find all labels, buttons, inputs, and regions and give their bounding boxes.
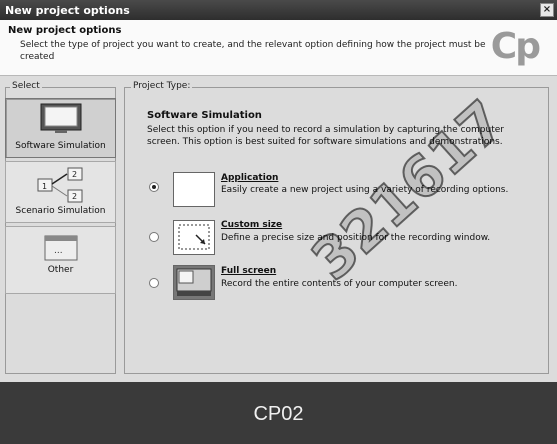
- window-title: New project options: [5, 3, 130, 17]
- option-other[interactable]: ... Other: [5, 226, 116, 294]
- svg-text:2: 2: [72, 170, 77, 179]
- svg-text:...: ...: [54, 246, 63, 256]
- captivate-logo: Cp: [490, 26, 541, 67]
- branch-steps-icon: 1 2 2: [36, 166, 86, 204]
- select-group: Select Software Simulation 1 2 2 Scenari…: [5, 81, 116, 374]
- option-application-title[interactable]: Application: [221, 173, 278, 183]
- option-application-desc: Easily create a new project using a vari…: [221, 185, 509, 195]
- monitor-icon: [39, 103, 83, 135]
- option-software-simulation-label: Software Simulation: [15, 141, 106, 151]
- option-other-label: Other: [47, 265, 74, 275]
- blank-window-icon: [173, 172, 215, 207]
- close-button[interactable]: ×: [540, 3, 554, 17]
- project-type-description: Select this option if you need to record…: [147, 125, 504, 147]
- radio-application[interactable]: [149, 182, 159, 192]
- option-custom-size-title[interactable]: Custom size: [221, 220, 282, 230]
- window-dots-icon: ...: [44, 235, 78, 261]
- radio-full-screen[interactable]: [149, 278, 159, 288]
- project-type-legend: Project Type:: [131, 81, 193, 91]
- fullscreen-icon: [173, 265, 215, 300]
- header-title: New project options: [8, 25, 122, 36]
- project-type-group: Project Type: Software Simulation Select…: [124, 81, 549, 374]
- option-scenario-simulation[interactable]: 1 2 2 Scenario Simulation: [5, 161, 116, 223]
- radio-custom-size[interactable]: [149, 232, 159, 242]
- option-custom-size-desc: Define a precise size and position for t…: [221, 233, 491, 243]
- option-full-screen-title[interactable]: Full screen: [221, 266, 276, 276]
- svg-text:1: 1: [42, 182, 47, 191]
- header-band: New project options Select the type of p…: [0, 20, 557, 76]
- caption-band: CP02: [0, 382, 557, 444]
- option-full-screen-desc: Record the entire contents of your compu…: [221, 279, 458, 289]
- caption-text: CP02: [253, 403, 304, 425]
- window-titlebar: New project options ×: [0, 0, 557, 20]
- header-description: Select the type of project you want to c…: [20, 40, 486, 62]
- option-scenario-simulation-label: Scenario Simulation: [15, 206, 106, 216]
- project-type-title: Software Simulation: [147, 110, 262, 121]
- option-software-simulation[interactable]: Software Simulation: [5, 98, 116, 158]
- svg-text:2: 2: [72, 192, 77, 201]
- select-legend: Select: [10, 81, 42, 91]
- resize-arrow-icon: [173, 220, 215, 255]
